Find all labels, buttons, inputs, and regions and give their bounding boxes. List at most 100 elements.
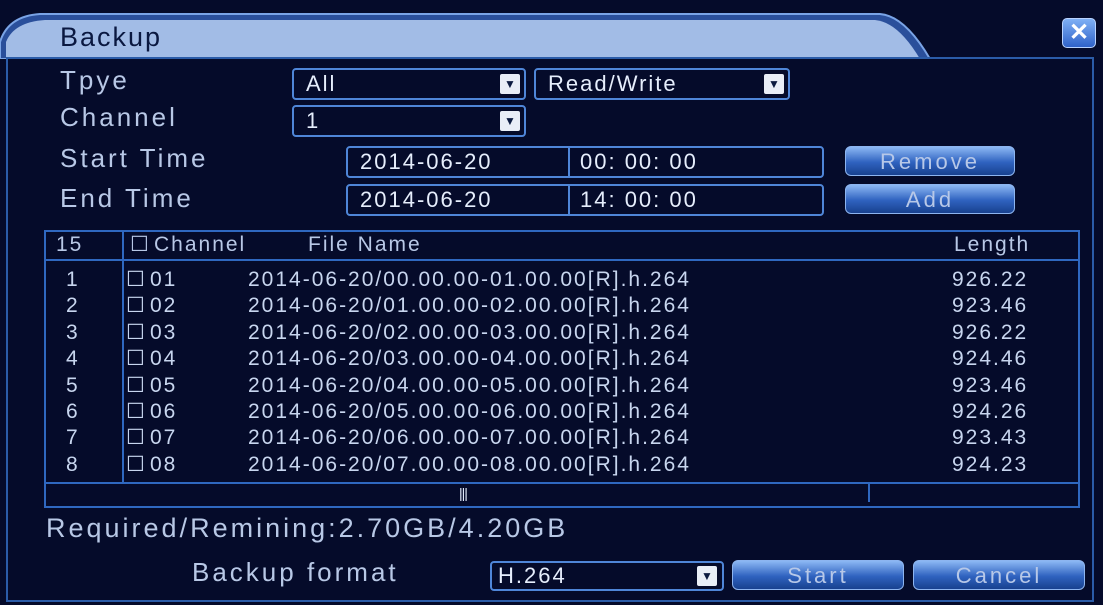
required-label: Required/Remining: <box>46 513 339 543</box>
end-date-value: 2014-06-20 <box>360 187 493 212</box>
required-value: 2.70GB/4.20GB <box>338 513 569 543</box>
row-number: 5 <box>66 373 80 397</box>
row-number: 7 <box>66 426 80 450</box>
table-row[interactable]: ☐ 4 04 2014-06-20/03.00.00-04.00.00[R].h.26… <box>46 348 1078 370</box>
row-channel: 06 <box>150 400 178 423</box>
window-title: Backup <box>60 22 163 52</box>
start-button[interactable]: Start <box>732 560 904 590</box>
remove-button[interactable]: Remove <box>845 146 1015 176</box>
row-file-name: 2014-06-20/05.00.00-06.00.00[R].h.264 <box>248 400 691 423</box>
date-time-divider <box>568 146 570 178</box>
header-file-name: File Name <box>308 233 422 256</box>
end-time-field[interactable]: 2014-06-20 14: 00: 00 <box>346 184 824 216</box>
row-number: 2 <box>66 294 80 318</box>
row-channel: 04 <box>150 347 178 371</box>
checkbox-icon[interactable]: ☐ <box>126 427 147 449</box>
row-file-name: 2014-06-20/07.00.00-08.00.00[R].h.264 <box>248 452 691 476</box>
file-count: 15 <box>56 233 84 256</box>
row-number: 4 <box>66 347 80 371</box>
checkbox-icon[interactable]: ☐ <box>126 401 147 423</box>
row-channel: 02 <box>150 294 178 318</box>
cancel-button[interactable]: Cancel <box>913 560 1085 590</box>
chevron-down-icon[interactable]: ▼ <box>764 74 784 94</box>
table-row[interactable]: ☐ 8 08 2014-06-20/07.00.00-08.00.00[R].h.26… <box>46 452 1078 476</box>
header-length: Length <box>954 233 1031 256</box>
row-length: 926.22 <box>952 268 1029 291</box>
row-length: 924.23 <box>952 452 1029 476</box>
start-time-value: 00: 00: 00 <box>580 149 698 174</box>
checkbox-icon[interactable]: ☐ <box>126 295 147 317</box>
file-list-header: 15 ☐ Channel File Name Length <box>46 232 1078 261</box>
type-select[interactable]: All <box>292 68 526 100</box>
header-channel: Channel <box>154 233 247 256</box>
date-time-divider <box>568 184 570 216</box>
chevron-down-icon[interactable]: ▼ <box>500 111 520 131</box>
row-length: 924.46 <box>952 347 1029 371</box>
checkbox-icon[interactable]: ☐ <box>126 374 147 397</box>
cancel-button-label: Cancel <box>955 563 1043 588</box>
type-label: Tpye <box>60 65 130 95</box>
horizontal-scrollbar[interactable]: ||| <box>46 482 1078 504</box>
row-channel: 07 <box>150 426 178 450</box>
type-select-value: All <box>306 71 337 96</box>
chevron-down-icon[interactable]: ▼ <box>697 566 717 586</box>
row-file-name: 2014-06-20/02.00.00-03.00.00[R].h.264 <box>248 320 691 344</box>
table-row[interactable]: ☐ 6 06 2014-06-20/05.00.00-06.00.00[R].h.26… <box>46 401 1078 423</box>
remove-button-label: Remove <box>880 149 980 174</box>
end-time-value: 14: 00: 00 <box>580 187 698 212</box>
end-time-label: End Time <box>60 183 194 213</box>
table-row[interactable]: ☐ 3 03 2014-06-20/02.00.00-03.00.00[R].h.26… <box>46 320 1078 344</box>
close-icon: ✕ <box>1068 19 1090 46</box>
close-button[interactable]: ✕ <box>1062 18 1096 48</box>
backup-window: Backup ✕ Tpye All ▼ Read/Write ▼ Channel… <box>0 0 1103 605</box>
start-time-label: Start Time <box>60 143 209 173</box>
table-row[interactable]: ☐ 7 07 2014-06-20/06.00.00-07.00.00[R].h.26… <box>46 427 1078 449</box>
row-length: 923.46 <box>952 373 1029 397</box>
file-list: 15 ☐ Channel File Name Length ☐ 1 01 2014-0… <box>44 230 1080 508</box>
row-file-name: 2014-06-20/06.00.00-07.00.00[R].h.264 <box>248 426 691 450</box>
checkbox-icon[interactable]: ☐ <box>130 232 151 258</box>
channel-select[interactable]: 1 <box>292 105 526 137</box>
row-channel: 08 <box>150 452 178 476</box>
row-file-name: 2014-06-20/00.00.00-01.00.00[R].h.264 <box>248 268 691 291</box>
row-file-name: 2014-06-20/01.00.00-02.00.00[R].h.264 <box>248 294 691 318</box>
row-number: 8 <box>66 452 80 476</box>
add-button-label: Add <box>905 187 955 212</box>
mode-select[interactable]: Read/Write <box>534 68 790 100</box>
backup-format-value: H.264 <box>498 563 567 588</box>
chevron-down-icon[interactable]: ▼ <box>500 74 520 94</box>
row-length: 923.46 <box>952 294 1029 318</box>
table-row[interactable]: ☐ 5 05 2014-06-20/04.00.00-05.00.00[R].h.26… <box>46 373 1078 397</box>
row-channel: 01 <box>150 268 178 291</box>
row-channel: 03 <box>150 320 178 344</box>
scrollbar-grip-icon: ||| <box>459 485 468 501</box>
channel-select-value: 1 <box>306 108 321 133</box>
row-length: 923.43 <box>952 426 1029 450</box>
start-button-label: Start <box>787 563 849 588</box>
checkbox-icon[interactable]: ☐ <box>126 348 147 370</box>
required-remaining: Required/Remining:2.70GB/4.20GB <box>46 513 568 544</box>
row-number: 3 <box>66 320 80 344</box>
row-file-name: 2014-06-20/04.00.00-05.00.00[R].h.264 <box>248 373 691 397</box>
row-length: 924.26 <box>952 400 1029 423</box>
row-length: 926.22 <box>952 320 1029 344</box>
scrollbar-thumb[interactable]: ||| <box>46 484 870 502</box>
row-channel: 05 <box>150 373 178 397</box>
backup-format-select[interactable]: H.264 <box>490 561 724 591</box>
start-time-field[interactable]: 2014-06-20 00: 00: 00 <box>346 146 824 178</box>
checkbox-icon[interactable]: ☐ <box>126 321 147 344</box>
row-file-name: 2014-06-20/03.00.00-04.00.00[R].h.264 <box>248 347 691 371</box>
table-row[interactable]: ☐ 2 02 2014-06-20/01.00.00-02.00.00[R].h.26… <box>46 295 1078 317</box>
row-number: 6 <box>66 400 80 423</box>
channel-label: Channel <box>60 102 178 132</box>
backup-format-label: Backup format <box>192 557 399 587</box>
table-row[interactable]: ☐ 1 01 2014-06-20/00.00.00-01.00.00[R].h.26… <box>46 269 1078 291</box>
mode-select-value: Read/Write <box>548 71 678 96</box>
row-number: 1 <box>66 268 80 291</box>
start-date-value: 2014-06-20 <box>360 149 493 174</box>
title-bar: Backup <box>0 12 1103 59</box>
title-tab-shape <box>0 13 932 59</box>
checkbox-icon[interactable]: ☐ <box>126 269 147 291</box>
add-button[interactable]: Add <box>845 184 1015 214</box>
checkbox-icon[interactable]: ☐ <box>126 453 147 476</box>
